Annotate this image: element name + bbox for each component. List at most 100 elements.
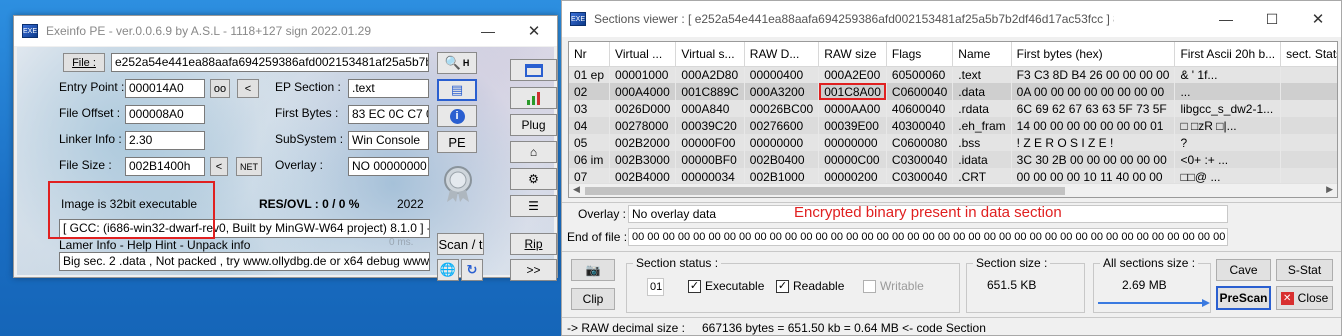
table-row[interactable]: 04 00278000 00039C20 00276600 00039E00 403000…: [569, 117, 1337, 134]
table-cell: 001C889C: [675, 83, 745, 100]
scrollbar-thumb[interactable]: [585, 187, 1065, 195]
prescan-button[interactable]: PreScan: [1216, 286, 1271, 310]
divider-top: [562, 202, 1341, 203]
sections-maximize-button[interactable]: ☐: [1249, 1, 1295, 37]
stats-button[interactable]: [510, 87, 557, 109]
home-button[interactable]: ⌂: [510, 141, 557, 163]
section-status-label: Section status :: [633, 256, 722, 270]
time-ms-text: 0 ms.: [389, 237, 414, 248]
entry-back-button[interactable]: <: [237, 79, 259, 98]
all-sections-size-group: All sections size : 2.69 MB: [1093, 256, 1211, 313]
column-header[interactable]: RAW size: [818, 42, 887, 67]
horizontal-scrollbar[interactable]: ◀ ▶: [569, 183, 1337, 197]
table-cell: 000A4000: [609, 83, 677, 100]
close-window-button[interactable]: ✕: [511, 16, 557, 46]
search-button[interactable]: 🔍 H: [437, 52, 477, 74]
res-ovl-text: RES/OVL : 0 / 0 %: [259, 197, 360, 211]
section-viewer-button[interactable]: ▤: [437, 79, 477, 101]
net-button[interactable]: NET: [236, 157, 262, 176]
table-row[interactable]: 02 000A4000 001C889C 000A3200 001C8A00 C06000…: [569, 83, 1337, 100]
sections-close-window-button[interactable]: ✕: [1295, 1, 1341, 37]
table-row[interactable]: 06 im 002B3000 00000BF0 002B0400 00000C00 C03…: [569, 151, 1337, 168]
arrow-icon: [1098, 296, 1210, 307]
overlay-field[interactable]: NO 00000000: [348, 157, 429, 176]
file-path-field[interactable]: e252a54e441ea88aafa694259386afd002153481…: [111, 53, 429, 72]
refresh-button[interactable]: ↻: [461, 259, 483, 281]
end-of-file-field[interactable]: 00 00 00 00 00 00 00 00 00 00 00 00 00 0…: [628, 228, 1228, 246]
ep-section-label: EP Section :: [275, 80, 341, 94]
column-header[interactable]: Virtual ...: [609, 42, 677, 67]
linker-info-field[interactable]: 2.30: [125, 131, 205, 150]
globe-button[interactable]: 🌐: [437, 259, 459, 281]
section-size-label: Section size :: [973, 256, 1051, 270]
hint-field[interactable]: Big sec. 2 .data , Not packed , try www.…: [59, 252, 430, 271]
camera-button[interactable]: 📷: [571, 259, 615, 281]
subsystem-field[interactable]: Win Console: [348, 131, 429, 150]
writable-checkbox[interactable]: Writable: [863, 279, 924, 293]
entry-point-field[interactable]: 000014A0: [125, 79, 205, 98]
sections-viewer-window: EXE Sections viewer : [ e252a54e441ea88a…: [561, 0, 1342, 336]
table-cell: 00000000: [744, 134, 820, 151]
column-header[interactable]: Nr: [569, 42, 611, 67]
size-back-button[interactable]: <: [210, 157, 228, 176]
raw-decimal-value: 667136 bytes = 651.50 kb = 0.64 MB <- co…: [702, 321, 986, 335]
file-offset-field[interactable]: 000008A0: [125, 105, 205, 124]
plug-button[interactable]: Plug: [510, 114, 557, 136]
scan-button[interactable]: Scan / t: [437, 233, 484, 255]
table-cell: 000A2D80: [675, 66, 745, 83]
settings-button[interactable]: ⚙: [510, 168, 557, 190]
column-header[interactable]: First Ascii 20h b...: [1174, 42, 1282, 67]
first-bytes-label: First Bytes :: [275, 106, 339, 120]
annotation-text: Encrypted binary present in data section: [794, 204, 1062, 221]
executable-check-icon: ✓: [688, 279, 701, 293]
ep-section-field[interactable]: .text: [348, 79, 429, 98]
column-header[interactable]: First bytes (hex): [1011, 42, 1176, 67]
table-cell: 06 im: [569, 151, 611, 168]
table-cell: 14 00 00 00 00 00 00 00 01: [1011, 117, 1176, 134]
table-cell: ...: [1174, 83, 1282, 100]
table-cell: 00039E00: [818, 117, 887, 134]
minimize-button[interactable]: —: [465, 16, 511, 46]
close-button[interactable]: ✕ Close: [1276, 286, 1333, 310]
info-button[interactable]: i: [437, 105, 477, 127]
next-button[interactable]: >>: [510, 259, 557, 281]
column-header[interactable]: Name: [952, 42, 1012, 67]
readable-check-icon: ✓: [776, 279, 789, 293]
scroll-right-icon[interactable]: ▶: [1326, 184, 1333, 195]
folder-button[interactable]: [510, 59, 557, 81]
table-row[interactable]: 05 002B2000 00000F00 00000000 00000000 C06000…: [569, 134, 1337, 151]
file-size-field[interactable]: 002B1400h: [125, 157, 205, 176]
sections-header-row: Nr Virtual ... Virtual s... RAW D... RAW siz…: [569, 42, 1337, 67]
readable-label: Readable: [793, 279, 845, 293]
section-number-field[interactable]: 01: [647, 278, 664, 296]
rip-button[interactable]: Rip: [510, 233, 557, 255]
highlighted-raw-size-cell: 001C8A00: [818, 83, 887, 100]
close-x-icon: ✕: [1280, 291, 1294, 305]
table-cell: 00000C00: [818, 151, 887, 168]
pe-button[interactable]: PE: [437, 131, 477, 153]
file-button[interactable]: File :: [63, 53, 105, 72]
subsystem-label: SubSystem :: [275, 132, 344, 146]
exeinfo-titlebar[interactable]: EXE Exeinfo PE - ver.0.0.6.9 by A.S.L - …: [14, 16, 557, 46]
table-row[interactable]: 03 0026D000 000A840 00026BC00 0000AA00 406000…: [569, 100, 1337, 117]
highlight-box-compiler: [48, 181, 215, 239]
table-row[interactable]: 01 ep 00001000 000A2D80 00000400 000A2E00 605…: [569, 66, 1337, 83]
clip-button[interactable]: Clip: [571, 288, 615, 310]
column-header[interactable]: RAW D...: [744, 42, 820, 67]
scroll-left-icon[interactable]: ◀: [573, 184, 580, 195]
sstat-button[interactable]: S-Stat: [1276, 259, 1333, 281]
sections-minimize-button[interactable]: —: [1203, 1, 1249, 37]
cave-button[interactable]: Cave: [1216, 259, 1271, 281]
column-header[interactable]: sect. Stats: [1280, 42, 1337, 67]
sections-titlebar[interactable]: EXE Sections viewer : [ e252a54e441ea88a…: [562, 1, 1341, 37]
readable-checkbox[interactable]: ✓ Readable: [776, 279, 844, 293]
oo-button[interactable]: oo: [210, 79, 230, 98]
column-header[interactable]: Flags: [886, 42, 954, 67]
executable-checkbox[interactable]: ✓ Executable: [688, 279, 764, 293]
table-cell: 002B0400: [744, 151, 820, 168]
table-cell: C0300040: [886, 151, 954, 168]
column-header[interactable]: Virtual s...: [675, 42, 745, 67]
divider-status: [562, 317, 1341, 318]
first-bytes-field[interactable]: 83 EC 0C C7 05: [348, 105, 429, 124]
menu-button[interactable]: ☰: [510, 195, 557, 217]
